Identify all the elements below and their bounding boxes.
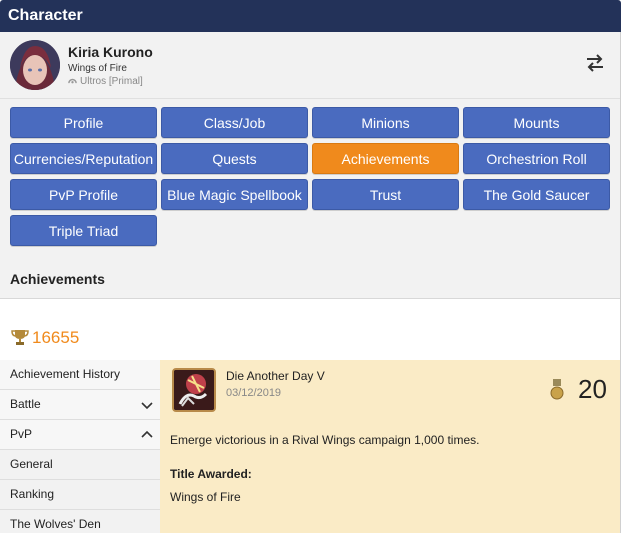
achievement-detail: Die Another Day V 03/12/2019 20 Emerge v… — [160, 360, 621, 533]
character-world: Ultros [Primal] — [68, 75, 143, 87]
nav-pvp-profile[interactable]: PvP Profile — [10, 179, 157, 210]
sidebar-item-label: PvP — [10, 427, 33, 441]
sidebar-item-battle[interactable]: Battle — [0, 390, 160, 420]
nav-profile[interactable]: Profile — [10, 107, 157, 138]
avatar[interactable] — [10, 40, 60, 90]
nav-triple-triad[interactable]: Triple Triad — [10, 215, 157, 246]
sidebar-item-label: General — [10, 457, 53, 471]
achievement-date: 03/12/2019 — [226, 387, 282, 399]
chevron-down-icon — [140, 398, 154, 412]
world-label: Ultros [Primal] — [80, 75, 143, 87]
character-title: Wings of Fire — [68, 63, 127, 74]
title-awarded-label: Title Awarded: — [170, 467, 252, 481]
sidebar-item-achievement-history[interactable]: Achievement History — [0, 360, 160, 390]
achievement-icon — [172, 368, 216, 412]
nav-quests[interactable]: Quests — [161, 143, 308, 174]
sidebar-item-ranking[interactable]: Ranking — [0, 480, 160, 510]
nav-blue-magic-spellbook[interactable]: Blue Magic Spellbook — [161, 179, 308, 210]
achievement-description: Emerge victorious in a Rival Wings campa… — [170, 433, 480, 447]
world-icon — [68, 75, 77, 87]
title-awarded-value: Wings of Fire — [170, 490, 241, 504]
trophy-icon — [11, 328, 29, 346]
sidebar-item-label: Ranking — [10, 487, 55, 501]
character-nav: Profile Class/Job Minions Mounts Currenc… — [0, 99, 621, 265]
medal-icon — [550, 379, 564, 401]
panel-title: Character — [8, 7, 83, 24]
sidebar-item-pvp[interactable]: PvP — [0, 420, 160, 450]
panel-header: Character — [0, 0, 621, 32]
nav-class-job[interactable]: Class/Job — [161, 107, 308, 138]
character-name[interactable]: Kiria Kurono — [68, 44, 153, 60]
sidebar-item-label: The Wolves' Den — [10, 517, 101, 531]
total-points: 16655 — [32, 328, 80, 347]
sidebar-item-label: Achievement History — [10, 367, 121, 381]
nav-mounts[interactable]: Mounts — [463, 107, 610, 138]
sidebar-item-wolves-den[interactable]: The Wolves' Den — [0, 510, 160, 533]
nav-currencies-reputation[interactable]: Currencies/Reputation — [10, 143, 157, 174]
achievement-category-sidebar: Achievement History Battle PvP General R… — [0, 360, 160, 533]
sidebar-item-label: Battle — [10, 397, 41, 411]
achievement-name: Die Another Day V — [226, 369, 325, 383]
nav-trust[interactable]: Trust — [312, 179, 459, 210]
sidebar-item-general[interactable]: General — [0, 450, 160, 480]
character-summary: Kiria Kurono Wings of Fire Ultros [Prima… — [0, 32, 621, 99]
chevron-up-icon — [140, 428, 154, 442]
nav-orchestrion-roll[interactable]: Orchestrion Roll — [463, 143, 610, 174]
nav-gold-saucer[interactable]: The Gold Saucer — [463, 179, 610, 210]
swap-icon[interactable] — [584, 52, 606, 74]
nav-minions[interactable]: Minions — [312, 107, 459, 138]
section-title: Achievements — [0, 265, 621, 299]
achievement-points: 16655 — [0, 300, 621, 360]
achievement-points-value: 20 — [578, 374, 607, 404]
nav-achievements[interactable]: Achievements — [312, 143, 459, 174]
